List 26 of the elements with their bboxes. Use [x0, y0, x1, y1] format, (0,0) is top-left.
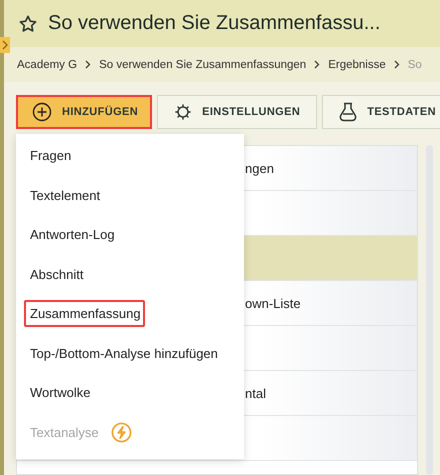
menu-item[interactable]: Abschnitt — [24, 260, 88, 288]
sidebar-toggle[interactable] — [0, 37, 10, 53]
breadcrumb-link[interactable]: Academy G — [17, 58, 78, 71]
row-title: ntal — [245, 386, 266, 400]
flask-icon — [339, 102, 358, 122]
menu-item[interactable]: Wortwolke — [24, 379, 94, 406]
test-data-button[interactable]: TESTDATEN — [322, 95, 440, 129]
star-icon[interactable] — [18, 14, 38, 34]
plus-circle-icon — [32, 102, 52, 122]
menu-item[interactable]: Antworten-Log — [24, 221, 119, 248]
chevron-icon — [85, 60, 92, 70]
settings-button[interactable]: EINSTELLUNGEN — [157, 95, 318, 129]
chevron-icon — [2, 40, 8, 50]
settings-icon — [174, 103, 192, 121]
page-title: So verwenden Sie Zusammenfassu... — [48, 12, 380, 36]
menu-item[interactable]: Top-/Bottom-Analyse hinzufügen — [24, 340, 222, 367]
chevron-icon — [314, 60, 320, 70]
breadcrumb-link[interactable]: Ergebnisse — [328, 58, 386, 71]
menu-item[interactable]: Fragen — [24, 142, 76, 170]
menu-item[interactable]: Textelement — [24, 182, 104, 209]
row-title: own-Liste — [245, 296, 301, 310]
add-button[interactable]: HINZUFÜGEN — [16, 95, 152, 129]
row-title: ngen — [245, 160, 274, 176]
chevron-icon — [394, 60, 400, 70]
breadcrumb-link[interactable]: So verwenden Sie Zusammenfassungen — [99, 58, 306, 71]
menu-item[interactable]: Zusammenfassung — [24, 300, 145, 328]
